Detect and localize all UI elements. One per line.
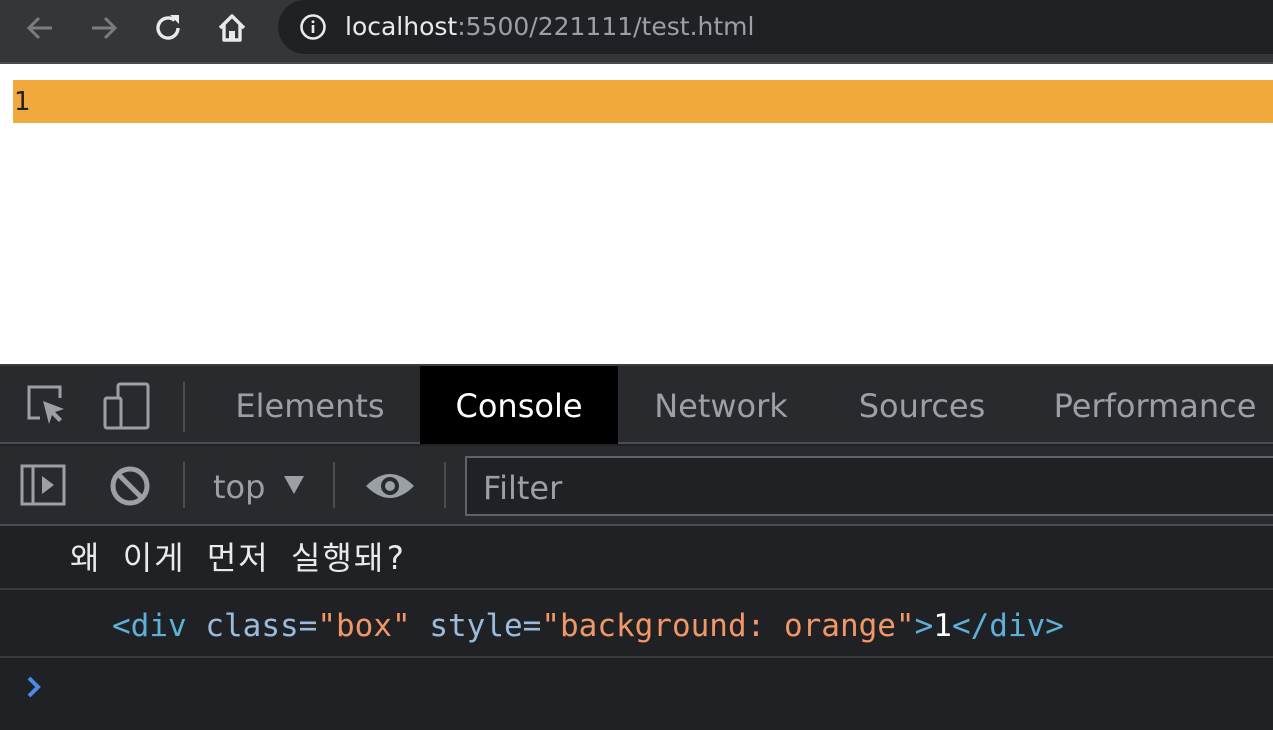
- devtools-tab-bar: Elements Console Network Sources Perform…: [0, 364, 1273, 444]
- reload-icon: [156, 15, 180, 40]
- orange-box: 1: [13, 80, 1273, 123]
- context-label: top: [213, 468, 266, 506]
- tab-console[interactable]: Console: [420, 366, 618, 444]
- info-icon[interactable]: [298, 12, 328, 46]
- class-value: "box": [317, 608, 411, 644]
- inspect-element-icon[interactable]: [24, 382, 70, 432]
- style-attr: style: [429, 608, 523, 644]
- tab-sources[interactable]: Sources: [842, 366, 1002, 444]
- console-toolbar: top: [0, 446, 1273, 526]
- log-text: 왜 이게 먼저 실행돼?: [70, 539, 407, 577]
- arrow-left-icon: [26, 16, 52, 40]
- home-button[interactable]: [212, 8, 252, 48]
- browser-toolbar: localhost:5500/221111/test.html: [0, 0, 1273, 64]
- tag-gt: >: [914, 608, 934, 644]
- tab-performance[interactable]: Performance: [1040, 366, 1270, 444]
- box-text: 1: [14, 87, 31, 117]
- tab-elements[interactable]: Elements: [220, 366, 400, 444]
- element-snippet[interactable]: <div class="box" style="background: oran…: [112, 604, 1064, 648]
- arrow-right-icon: [92, 16, 118, 40]
- url-path: :5500/221111/test.html: [457, 12, 755, 41]
- toolbar-divider: [333, 462, 335, 508]
- tag-open: <div: [112, 608, 187, 644]
- url-host: localhost: [345, 12, 458, 41]
- element-text: 1: [933, 608, 952, 644]
- toolbar-divider: [444, 462, 446, 508]
- tab-network[interactable]: Network: [636, 366, 806, 444]
- console-element-log[interactable]: <div class="box" style="background: oran…: [0, 590, 1273, 658]
- live-expression-eye-icon[interactable]: [364, 468, 416, 508]
- forward-button[interactable]: [84, 8, 124, 48]
- reload-button[interactable]: [148, 8, 188, 48]
- filter-input[interactable]: [481, 464, 1245, 512]
- device-toolbar-icon[interactable]: [102, 382, 152, 434]
- tag-close: </div>: [951, 608, 1064, 644]
- url-text[interactable]: localhost:5500/221111/test.html: [345, 10, 754, 44]
- console-prompt-icon[interactable]: [24, 672, 44, 706]
- style-value: "background: orange": [541, 608, 915, 644]
- console-log-message: 왜 이게 먼저 실행돼?: [0, 526, 1273, 590]
- back-button[interactable]: [20, 8, 60, 48]
- filter-field[interactable]: [465, 456, 1273, 516]
- dropdown-arrow-icon: [284, 476, 304, 494]
- toolbar-divider: [183, 382, 185, 432]
- sidebar-toggle-icon[interactable]: [20, 464, 66, 510]
- home-icon: [218, 14, 246, 42]
- page-viewport: 1: [0, 64, 1273, 364]
- toolbar-divider: [183, 462, 185, 508]
- clear-console-icon[interactable]: [108, 464, 152, 512]
- class-attr: class: [205, 608, 299, 644]
